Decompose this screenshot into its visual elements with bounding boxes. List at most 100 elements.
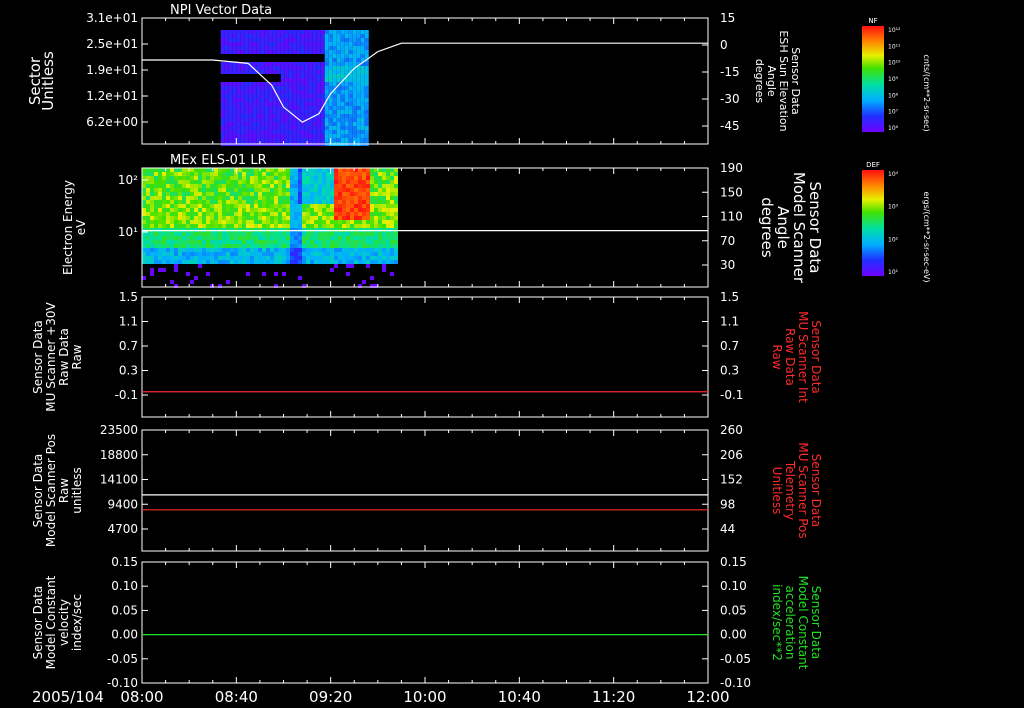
spectrogram-cell bbox=[350, 236, 354, 240]
spectrogram-cell bbox=[324, 126, 329, 130]
spectrogram-cell bbox=[262, 172, 266, 176]
spectrogram-cell bbox=[142, 240, 146, 244]
spectrogram-cell bbox=[228, 86, 233, 90]
spectrogram-cell bbox=[220, 46, 225, 50]
spectrogram-cell bbox=[178, 240, 182, 244]
spectrogram-cell bbox=[190, 212, 194, 216]
spectrogram-cell bbox=[206, 252, 210, 256]
spectrogram-cell bbox=[340, 46, 345, 50]
spectrogram-cell bbox=[268, 110, 273, 114]
spectrogram-cell bbox=[288, 122, 293, 126]
spectrogram-cell bbox=[174, 220, 178, 224]
spectrogram-cell bbox=[362, 240, 366, 244]
spectrogram-cell bbox=[344, 30, 349, 34]
spectrogram-cell bbox=[186, 224, 190, 228]
y-tick-label-right: -0.05 bbox=[720, 652, 751, 666]
spectrogram-cell bbox=[202, 240, 206, 244]
spectrogram-cell bbox=[356, 130, 361, 134]
spectrogram-cell bbox=[300, 90, 305, 94]
spectrogram-cell bbox=[248, 34, 253, 38]
spectrogram-cell bbox=[294, 236, 298, 240]
spectrogram-cell bbox=[348, 62, 353, 66]
spectrogram-cell bbox=[314, 216, 318, 220]
spectrogram-cell bbox=[174, 208, 178, 212]
spectrogram-cell bbox=[278, 180, 282, 184]
spectrogram-cell bbox=[248, 94, 253, 98]
spectrogram-cell bbox=[342, 248, 346, 252]
spectrogram-cell bbox=[224, 122, 229, 126]
spectrogram-cell bbox=[158, 220, 162, 224]
spectrogram-cell bbox=[286, 180, 290, 184]
spectrogram-cell bbox=[362, 260, 366, 264]
spectrogram-cell bbox=[278, 216, 282, 220]
spectrogram-cell bbox=[364, 98, 369, 102]
spectrogram-cell bbox=[158, 260, 162, 264]
spectrogram-cell bbox=[364, 114, 369, 118]
spectrogram-cell bbox=[342, 232, 346, 236]
spectrogram-cell bbox=[314, 232, 318, 236]
spectrogram-cell bbox=[360, 54, 365, 58]
spectrogram-cell bbox=[162, 244, 166, 248]
spectrogram-cell bbox=[262, 240, 266, 244]
y-tick-label-left: 10¹ bbox=[118, 225, 138, 239]
spectrogram-cell bbox=[292, 62, 297, 66]
spectrogram-cell bbox=[270, 212, 274, 216]
spectrogram-cell bbox=[236, 94, 241, 98]
spectrogram-cell bbox=[190, 180, 194, 184]
spectrogram-cell bbox=[272, 114, 277, 118]
spectrogram-cell bbox=[234, 248, 238, 252]
spectrogram-cell bbox=[294, 192, 298, 196]
spectrogram-cell bbox=[210, 256, 214, 260]
spectrogram-cell bbox=[362, 212, 366, 216]
spectrogram-cell bbox=[260, 90, 265, 94]
spectrogram-cell bbox=[198, 248, 202, 252]
spectrogram-cell bbox=[250, 228, 254, 232]
spectrogram-cell bbox=[332, 54, 337, 58]
spectrogram-cell bbox=[250, 196, 254, 200]
spectrogram-cell bbox=[280, 134, 285, 138]
spectrogram-cell bbox=[268, 118, 273, 122]
spectrogram-cell bbox=[304, 50, 309, 54]
spectrogram-cell bbox=[278, 212, 282, 216]
spectrogram-cell bbox=[146, 200, 150, 204]
spectrogram-cell bbox=[342, 184, 346, 188]
spectrogram-cell bbox=[346, 272, 350, 276]
spectrogram-cell bbox=[336, 66, 341, 70]
spectrogram-cell bbox=[278, 240, 282, 244]
spectrogram-cell bbox=[292, 98, 297, 102]
spectrogram-cell bbox=[202, 204, 206, 208]
spectrogram-cell bbox=[258, 220, 262, 224]
spectrogram-cell bbox=[186, 192, 190, 196]
spectrogram-cell bbox=[386, 176, 390, 180]
spectrogram-cell bbox=[304, 70, 309, 74]
spectrogram-cell bbox=[280, 86, 285, 90]
spectrogram-cell bbox=[282, 232, 286, 236]
spectrogram-cell bbox=[330, 248, 334, 252]
spectrogram-cell bbox=[198, 228, 202, 232]
spectrogram-cell bbox=[182, 212, 186, 216]
spectrogram-cell bbox=[250, 176, 254, 180]
spectrogram-cell bbox=[310, 168, 314, 172]
spectrogram-cell bbox=[302, 200, 306, 204]
spectrogram-cell bbox=[338, 248, 342, 252]
spectrogram-cell bbox=[282, 172, 286, 176]
spectrogram-cell bbox=[226, 232, 230, 236]
spectrogram-cell bbox=[220, 118, 225, 122]
spectrogram-cell bbox=[334, 184, 338, 188]
spectrogram-cell bbox=[346, 200, 350, 204]
spectrogram-cell bbox=[178, 256, 182, 260]
spectrogram-cell bbox=[282, 244, 286, 248]
y-tick-label-right: 1.5 bbox=[720, 290, 739, 304]
spectrogram-cell bbox=[198, 256, 202, 260]
spectrogram-cell bbox=[382, 264, 386, 268]
spectrogram-cell bbox=[358, 200, 362, 204]
spectrogram-cell bbox=[336, 46, 341, 50]
spectrogram-cell bbox=[224, 90, 229, 94]
spectrogram-cell bbox=[146, 188, 150, 192]
spectrogram-cell bbox=[246, 176, 250, 180]
spectrogram-cell bbox=[318, 196, 322, 200]
spectrogram-cell bbox=[354, 232, 358, 236]
spectrogram-cell bbox=[280, 138, 285, 142]
spectrogram-cell bbox=[154, 244, 158, 248]
spectrogram-cell bbox=[236, 90, 241, 94]
